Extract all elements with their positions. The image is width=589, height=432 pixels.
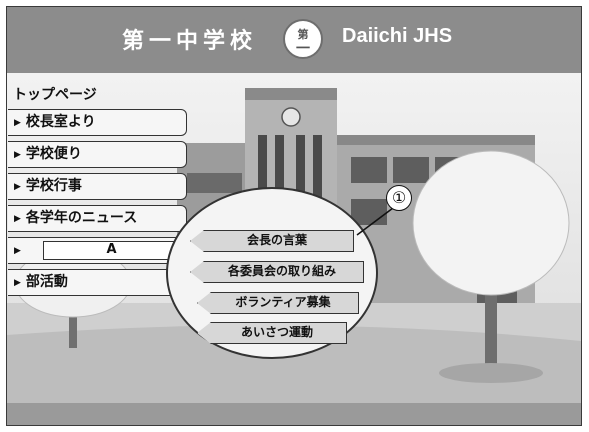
nav-item-label: 学校行事 <box>25 178 82 194</box>
site-footer <box>7 403 581 425</box>
triangle-right-icon: ▶ <box>14 214 21 224</box>
triangle-right-icon: ▶ <box>14 246 21 256</box>
nav-item-clubs[interactable]: ▶ 部活動 <box>8 269 187 296</box>
nav-item-label: 学校便り <box>25 146 82 162</box>
site-title-jp[interactable]: 第一中学校 <box>122 23 257 55</box>
site-title-en[interactable]: Daiichi JHS <box>342 25 452 48</box>
emblem-char-bottom: 一 <box>296 41 310 57</box>
nav-item-a-box: A <box>43 241 180 260</box>
triangle-right-icon: ▶ <box>14 278 21 288</box>
triangle-right-icon: ▶ <box>14 118 21 128</box>
triangle-right-icon: ▶ <box>14 182 21 192</box>
nav-item-newsletter[interactable]: ▶ 学校便り <box>8 141 187 168</box>
submenu-item-committees[interactable]: 各委員会の取り組み <box>190 261 364 283</box>
nav-item-label: 校長室より <box>25 114 96 130</box>
school-emblem: 第 一 <box>283 19 323 59</box>
nav-item-label: 各学年のニュース <box>25 210 138 226</box>
nav-item-a[interactable]: ▶ A <box>8 237 187 264</box>
submenu-item-chair-message[interactable]: 会長の言葉 <box>190 230 354 252</box>
submenu-item-greeting[interactable]: あいさつ運動 <box>197 322 347 344</box>
submenu-item-volunteer[interactable]: ボランティア募集 <box>197 292 359 314</box>
nav-item-principal[interactable]: ▶ 校長室より <box>8 109 187 136</box>
nav-top-page-link[interactable]: トップページ <box>13 84 97 104</box>
nav-item-grade-news[interactable]: ▶ 各学年のニュース <box>8 205 187 232</box>
nav-item-label: 部活動 <box>25 274 68 290</box>
site-header: 第一中学校 第 一 Daiichi JHS <box>7 7 581 73</box>
callout-number-marker: ① <box>386 185 412 211</box>
triangle-right-icon: ▶ <box>14 150 21 160</box>
page-frame: 第一中学校 第 一 Daiichi JHS トップページ ▶ 校長室より ▶ 学… <box>6 6 582 426</box>
nav-item-events[interactable]: ▶ 学校行事 <box>8 173 187 200</box>
